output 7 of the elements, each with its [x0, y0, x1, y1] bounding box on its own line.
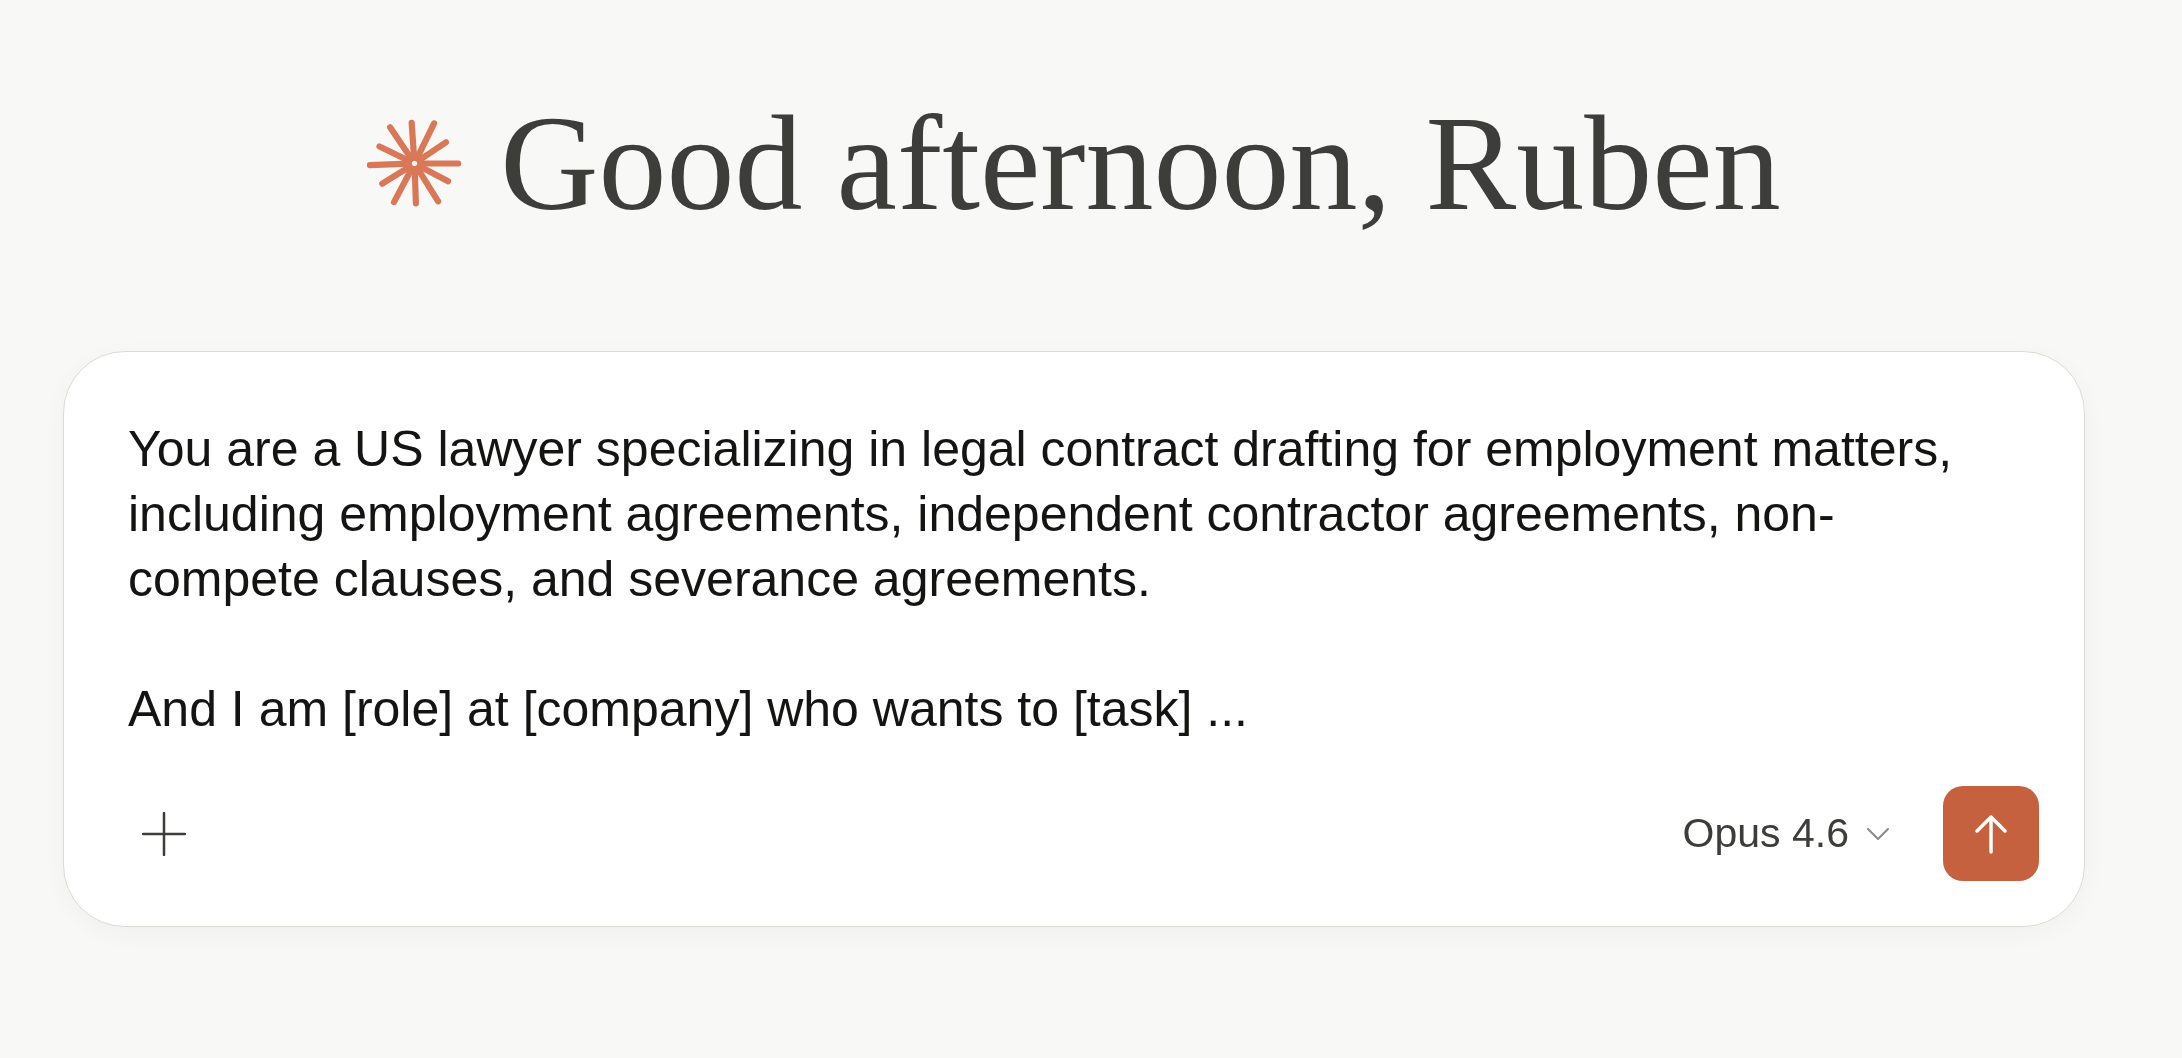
- arrow-up-icon: [1974, 813, 2008, 854]
- send-button[interactable]: [1943, 786, 2039, 881]
- prompt-field[interactable]: You are a US lawyer specializing in legal contract drafting for employment matters, including employment agreements, independent contractor agreements, non-compete clauses, and severance agreements. And I am [role] at [company] who wants to [task] ...: [128, 417, 1988, 742]
- model-selector[interactable]: Opus 4.6: [1672, 797, 1899, 870]
- plus-icon: [142, 811, 186, 856]
- chevron-down-icon: [1867, 827, 1889, 840]
- greeting-heading: Good afternoon, Ruben: [500, 95, 1781, 231]
